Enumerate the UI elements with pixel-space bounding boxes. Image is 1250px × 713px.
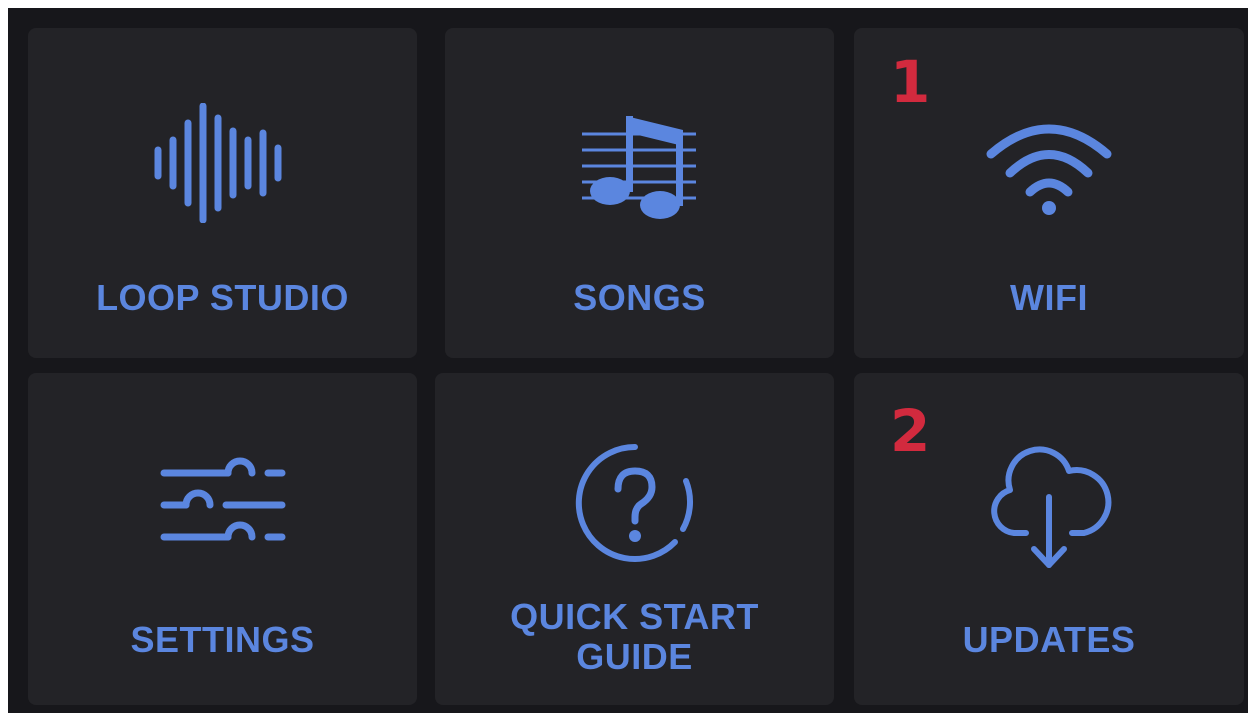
sliders-icon: [28, 455, 417, 555]
question-circle-icon: [435, 441, 834, 565]
waveform-icon: [28, 103, 417, 223]
updates-label: UPDATES: [962, 619, 1136, 660]
quick-start-guide-label: QUICK START GUIDE: [435, 597, 834, 677]
songs-tile[interactable]: SONGS: [445, 28, 834, 358]
wifi-label: WIFI: [1010, 277, 1088, 318]
settings-label: SETTINGS: [130, 619, 315, 660]
loop-studio-label: LOOP STUDIO: [96, 277, 349, 318]
wifi-tile[interactable]: 1 WIFI: [854, 28, 1244, 358]
cloud-download-icon: [854, 445, 1244, 571]
quick-start-guide-tile[interactable]: QUICK START GUIDE: [435, 373, 834, 705]
wifi-icon: [854, 116, 1244, 216]
home-menu-screen: LOOP STUDIO SONGS 1 WIFI SETTINGS QUICK …: [8, 8, 1248, 713]
music-notes-icon: [445, 106, 834, 221]
settings-tile[interactable]: SETTINGS: [28, 373, 417, 705]
annotation-badge-1: 1: [890, 48, 931, 116]
quick-start-guide-label-line-2: GUIDE: [576, 636, 693, 677]
updates-tile[interactable]: 2 UPDATES: [854, 373, 1244, 705]
loop-studio-tile[interactable]: LOOP STUDIO: [28, 28, 417, 358]
songs-label: SONGS: [573, 277, 706, 318]
quick-start-guide-label-line-1: QUICK START: [510, 596, 759, 637]
